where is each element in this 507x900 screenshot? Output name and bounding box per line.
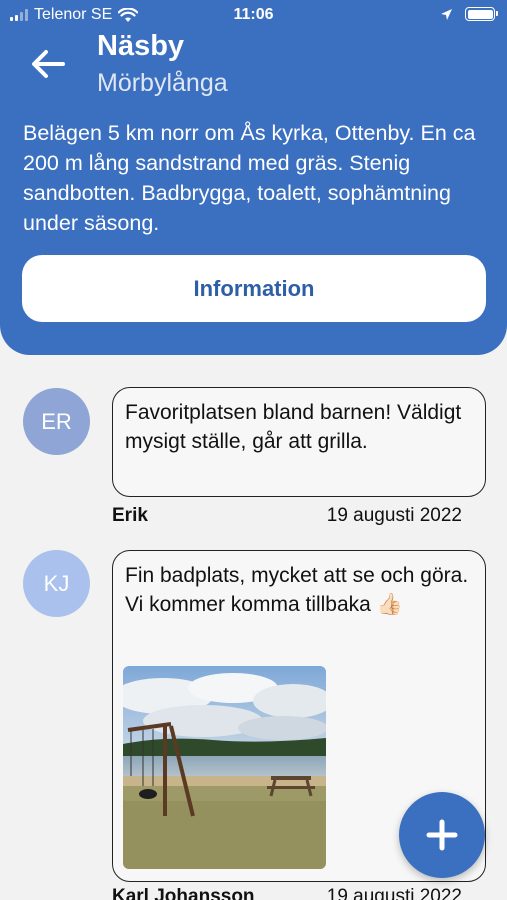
header: Telenor SE 11:06 Näsby Mörbylånga Beläge… xyxy=(0,0,507,355)
comment-date: 19 augusti 2022 xyxy=(326,886,462,900)
location-arrow-icon xyxy=(441,8,452,20)
comment-bubble-erik: Favoritplatsen bland barnen! Väldigt mys… xyxy=(112,387,486,497)
status-right xyxy=(440,7,498,21)
comment-text: Favoritplatsen bland barnen! Väldigt mys… xyxy=(125,401,462,453)
beach-photo-image xyxy=(123,666,326,869)
comment-photo[interactable] xyxy=(123,666,326,869)
information-button[interactable]: Information xyxy=(22,255,486,322)
avatar-initials: KJ xyxy=(43,570,70,596)
add-comment-button[interactable] xyxy=(399,792,485,878)
avatar-erik: ER xyxy=(23,388,90,455)
back-button[interactable] xyxy=(28,44,68,84)
comment-text: Fin badplats, mycket att se och göra. Vi… xyxy=(125,564,469,616)
battery-icon xyxy=(465,7,498,21)
beach-description: Belägen 5 km norr om Ås kyrka, Ottenby. … xyxy=(23,121,476,235)
page-title: Näsby xyxy=(97,30,185,62)
plus-icon xyxy=(426,819,458,851)
avatar-initials: ER xyxy=(41,408,72,434)
clock: 11:06 xyxy=(233,6,274,23)
arrow-left-icon xyxy=(32,50,65,78)
avatar-karl: KJ xyxy=(23,550,90,617)
comment-author: Erik xyxy=(112,505,148,526)
comment-author: Karl Johansson xyxy=(112,886,255,900)
comment-date: 19 augusti 2022 xyxy=(326,505,462,526)
page-subtitle: Mörbylånga xyxy=(97,69,228,97)
status-bar: Telenor SE 11:06 xyxy=(0,0,507,32)
